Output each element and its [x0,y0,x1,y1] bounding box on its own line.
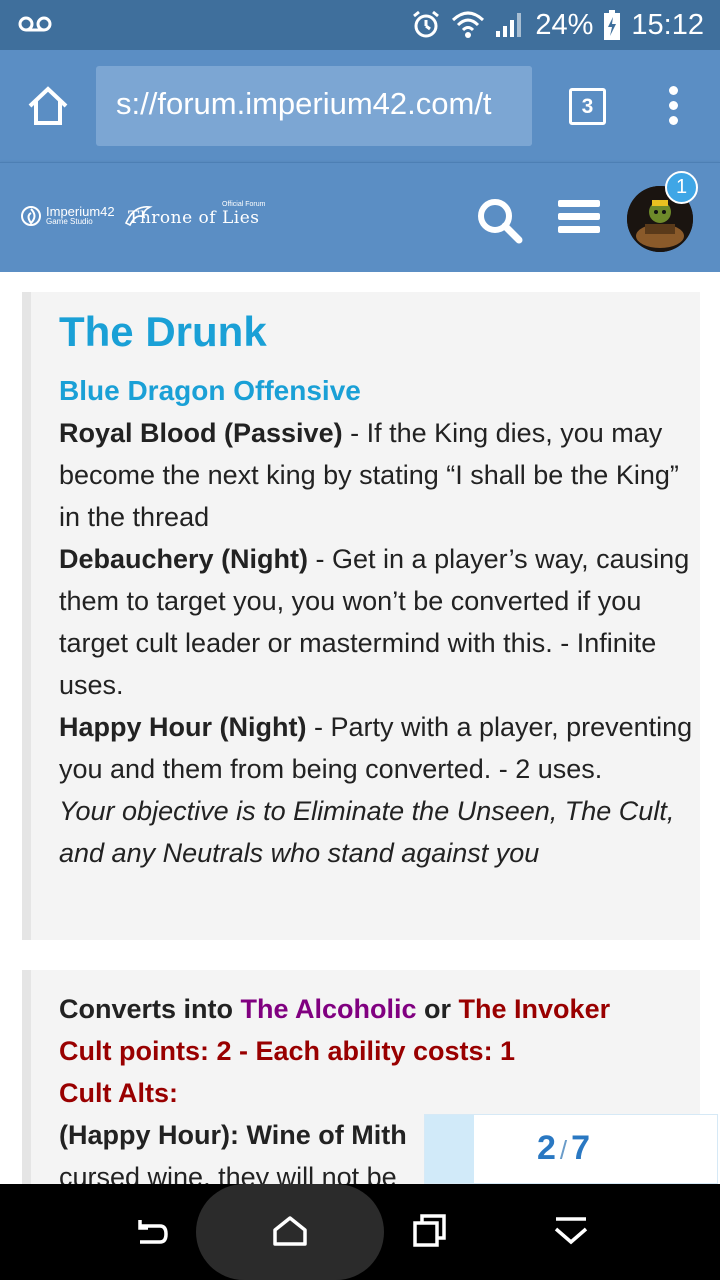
battery-percent: 24% [535,8,594,41]
faction-label: Blue Dragon Offensive [59,375,361,406]
home-icon[interactable] [26,84,70,128]
back-icon[interactable] [126,1206,176,1256]
converts-joiner: or [416,994,459,1024]
ability-name: Royal Blood (Passive) [59,418,343,448]
progress-current: 2 [537,1129,556,1167]
imperium42-swirl-icon [21,206,41,226]
screen: 24% 15:12 s://forum.imperium42.com/t 3 I… [0,0,720,1280]
progress-fill [425,1115,474,1183]
ability-royal-blood: Royal Blood (Passive) - If the King dies… [59,412,699,538]
forum-header: Imperium42 Game Studio Official Forum Th… [0,162,720,272]
conversion-option-invoker[interactable]: The Invoker [459,994,611,1024]
hamburger-menu-icon[interactable] [558,200,600,234]
hide-keyboard-icon[interactable] [546,1206,596,1256]
progress-total: 7 [571,1129,591,1167]
ability-debauchery: Debauchery (Night) - Get in a player’s w… [59,538,699,706]
home-button-icon[interactable] [265,1206,315,1256]
cult-alts-heading: Cult Alts: [59,1078,178,1108]
clock: 15:12 [631,8,704,41]
browser-toolbar: s://forum.imperium42.com/t 3 [0,50,720,162]
ability-name: Happy Hour (Night) [59,712,307,742]
converts-line: Converts into The Alcoholic or The Invok… [59,988,699,1030]
wifi-icon [452,11,485,38]
official-forum-label: Official Forum [222,201,266,208]
post-content: The Drunk Blue Dragon Offensive Royal Bl… [0,272,720,1184]
overflow-menu-icon[interactable] [666,86,680,130]
search-icon[interactable] [475,196,523,244]
objective-text: Your objective is to Eliminate the Unsee… [59,796,675,868]
tab-switcher-button[interactable]: 3 [569,88,606,125]
role-quote-block: The Drunk Blue Dragon Offensive Royal Bl… [22,292,700,940]
status-bar: 24% 15:12 [0,0,720,50]
topic-progress-widget[interactable]: 2/7 [424,1114,718,1184]
progress-separator: / [559,1135,568,1165]
cult-points-line: Cult points: 2 - Each ability costs: 1 [59,1036,516,1066]
system-navigation-bar [0,1184,720,1280]
conversion-option-alcoholic[interactable]: The Alcoholic [241,994,417,1024]
imperium42-logo[interactable]: Imperium42 Game Studio [20,205,115,227]
alarm-icon [413,10,440,38]
voicemail-icon [18,16,52,32]
ability-name: Debauchery (Night) [59,544,309,574]
game-logo-text: Throne of Lies [128,208,260,228]
url-text: s://forum.imperium42.com/t [116,86,492,121]
recent-apps-icon[interactable] [405,1206,455,1256]
url-bar[interactable]: s://forum.imperium42.com/t [96,66,532,146]
ability-happy-hour: Happy Hour (Night) - Party with a player… [59,706,699,790]
signal-icon [496,13,522,37]
converts-prefix: Converts into [59,994,241,1024]
role-title: The Drunk [59,308,267,355]
url-fade [492,66,532,146]
notification-badge[interactable]: 1 [665,171,698,204]
battery-charging-icon [604,10,621,40]
